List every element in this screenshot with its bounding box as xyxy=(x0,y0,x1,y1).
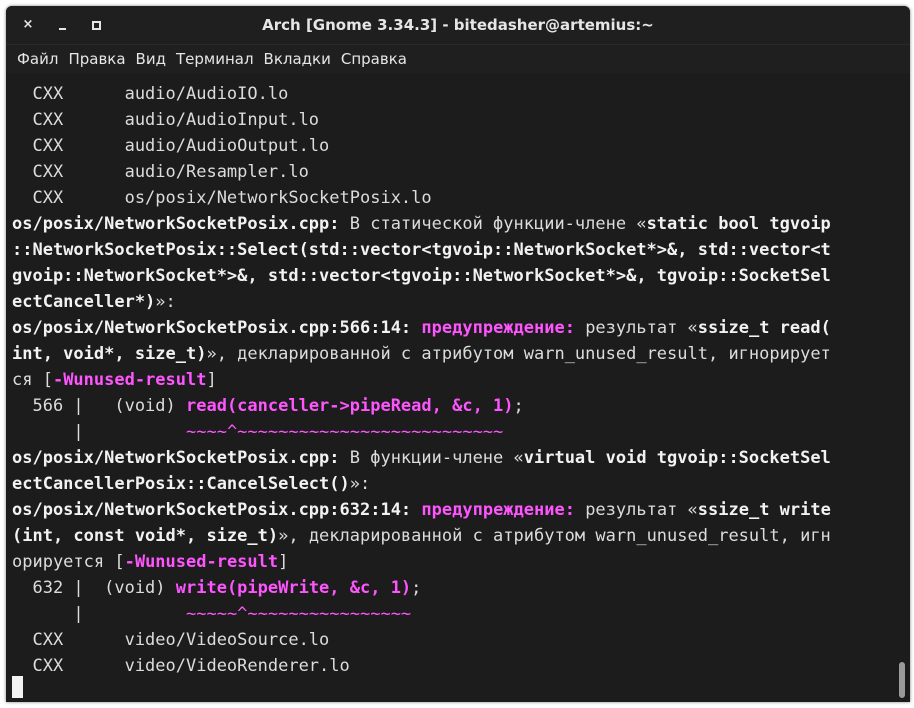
code-signature: virtual void tgvoip::SocketSel xyxy=(523,448,831,468)
code-signature: static bool tgvoip xyxy=(646,214,831,234)
terminal-output[interactable]: CXX audio/AudioIO.lo CXX audio/AudioInpu… xyxy=(6,74,894,702)
terminal-line: 632 | (void) write(pipeWrite, &c, 1); xyxy=(12,575,421,601)
message-text: орируется [ xyxy=(12,552,125,572)
terminal-line: CXX video/VideoSource.lo xyxy=(12,630,330,650)
menu-bar: Файл Правка Вид Терминал Вкладки Справка xyxy=(6,45,910,73)
source-line-suffix: ; xyxy=(513,396,524,416)
code-signature: int, void*, size_t) xyxy=(12,344,207,364)
warning-flag: -Wunused-result xyxy=(52,370,207,390)
terminal-line: CXX audio/Resampler.lo xyxy=(12,162,309,182)
message-text: результат « xyxy=(574,318,698,338)
terminal-line: CXX os/posix/NetworkSocketPosix.lo xyxy=(12,188,432,208)
menu-file[interactable]: Файл xyxy=(12,45,63,73)
menu-tabs[interactable]: Вкладки xyxy=(259,45,336,73)
terminal-line: os/posix/NetworkSocketPosix.cpp:632:14: … xyxy=(12,497,831,523)
message-text: »: xyxy=(155,292,176,312)
terminal-line: CXX audio/AudioOutput.lo xyxy=(12,136,330,156)
message-text: В функции-члене « xyxy=(339,448,524,468)
menu-edit[interactable]: Правка xyxy=(63,45,130,73)
terminal-line: CXX audio/AudioIO.lo xyxy=(12,84,289,104)
message-text: », декларированной с атрибутом warn_unus… xyxy=(278,526,831,546)
source-line-suffix: ; xyxy=(411,578,422,598)
terminal-line: ::NetworkSocketPosix::Select(std::vector… xyxy=(12,237,831,263)
source-highlight: write(pipeWrite, &c, 1) xyxy=(175,578,412,598)
terminal-line: 566 | (void) read(canceller->pipeRead, &… xyxy=(12,393,524,419)
message-text: ] xyxy=(206,370,217,390)
menu-help[interactable]: Справка xyxy=(336,45,412,73)
menu-terminal[interactable]: Терминал xyxy=(171,45,259,73)
code-signature: ectCanceller*) xyxy=(12,292,156,312)
source-highlight: read(canceller->pipeRead, &c, 1) xyxy=(186,396,514,416)
terminal-line: os/posix/NetworkSocketPosix.cpp:566:14: … xyxy=(12,315,831,341)
terminal-line: os/posix/NetworkSocketPosix.cpp: В стати… xyxy=(12,211,831,237)
code-signature: (int, const void*, size_t) xyxy=(12,526,279,546)
caret-underline: ~~~~^~~~~~~~~~~~~~~~~~~~~~~~~~~ xyxy=(186,422,504,442)
gutter: | xyxy=(12,422,186,442)
terminal-line: (int, const void*, size_t)», декларирова… xyxy=(12,523,831,549)
title-bar[interactable]: × Arch [Gnome 3.34.3] - bitedasher@artem… xyxy=(6,6,910,45)
gutter: | xyxy=(12,604,186,624)
terminal-line: | ~~~~^~~~~~~~~~~~~~~~~~~~~~~~~~~ xyxy=(12,419,503,445)
message-text: результат « xyxy=(574,500,698,520)
message-text: В статической функции-члене « xyxy=(339,214,647,234)
message-text: ся [ xyxy=(12,370,53,390)
file-path: os/posix/NetworkSocketPosix.cpp: xyxy=(12,448,340,468)
file-path: os/posix/NetworkSocketPosix.cpp: xyxy=(12,214,340,234)
terminal-line: CXX audio/AudioInput.lo xyxy=(12,110,320,130)
file-location: os/posix/NetworkSocketPosix.cpp:632:14: xyxy=(12,500,412,520)
terminal-line: gvoip::NetworkSocket*>&, std::vector<tgv… xyxy=(12,263,831,289)
source-line-prefix: 632 | (void) xyxy=(12,578,176,598)
terminal-line: | ~~~~~^~~~~~~~~~~~~~~~~ xyxy=(12,601,411,627)
warning-label: предупреждение: xyxy=(421,500,575,520)
message-text: », декларированной с атрибутом warn_unus… xyxy=(206,344,831,364)
code-signature: ectCancellerPosix::CancelSelect() xyxy=(12,474,350,494)
message-text: ] xyxy=(278,552,289,572)
terminal-line: os/posix/NetworkSocketPosix.cpp: В функц… xyxy=(12,445,831,471)
source-line-prefix: 566 | (void) xyxy=(12,396,186,416)
terminal-window: × Arch [Gnome 3.34.3] - bitedasher@artem… xyxy=(6,6,910,702)
window-title: Arch [Gnome 3.34.3] - bitedasher@artemiu… xyxy=(262,16,654,34)
terminal-line: CXX video/VideoRenderer.lo xyxy=(12,656,350,676)
scrollbar-thumb[interactable] xyxy=(899,662,905,698)
code-signature: gvoip::NetworkSocket*>&, std::vector<tgv… xyxy=(12,266,831,286)
warning-flag: -Wunused-result xyxy=(124,552,279,572)
terminal-line: ectCanceller*)»: xyxy=(12,289,176,315)
code-signature: ssize_t write xyxy=(697,500,831,520)
text-cursor xyxy=(12,676,23,698)
scrollbar[interactable] xyxy=(894,74,910,702)
message-text: »: xyxy=(349,474,371,494)
terminal-line: орируется [-Wunused-result] xyxy=(12,549,288,575)
warning-label: предупреждение: xyxy=(421,318,575,338)
terminal-line: ся [-Wunused-result] xyxy=(12,367,217,393)
terminal-line: int, void*, size_t)», декларированной с … xyxy=(12,341,831,367)
menu-view[interactable]: Вид xyxy=(131,45,171,73)
code-signature: ::NetworkSocketPosix::Select(std::vector… xyxy=(12,240,831,260)
caret-underline: ~~~~~^~~~~~~~~~~~~~~~~ xyxy=(186,604,412,624)
terminal-line: ectCancellerPosix::CancelSelect()»: xyxy=(12,471,370,497)
code-signature: ssize_t read( xyxy=(697,318,831,338)
file-location: os/posix/NetworkSocketPosix.cpp:566:14: xyxy=(12,318,412,338)
